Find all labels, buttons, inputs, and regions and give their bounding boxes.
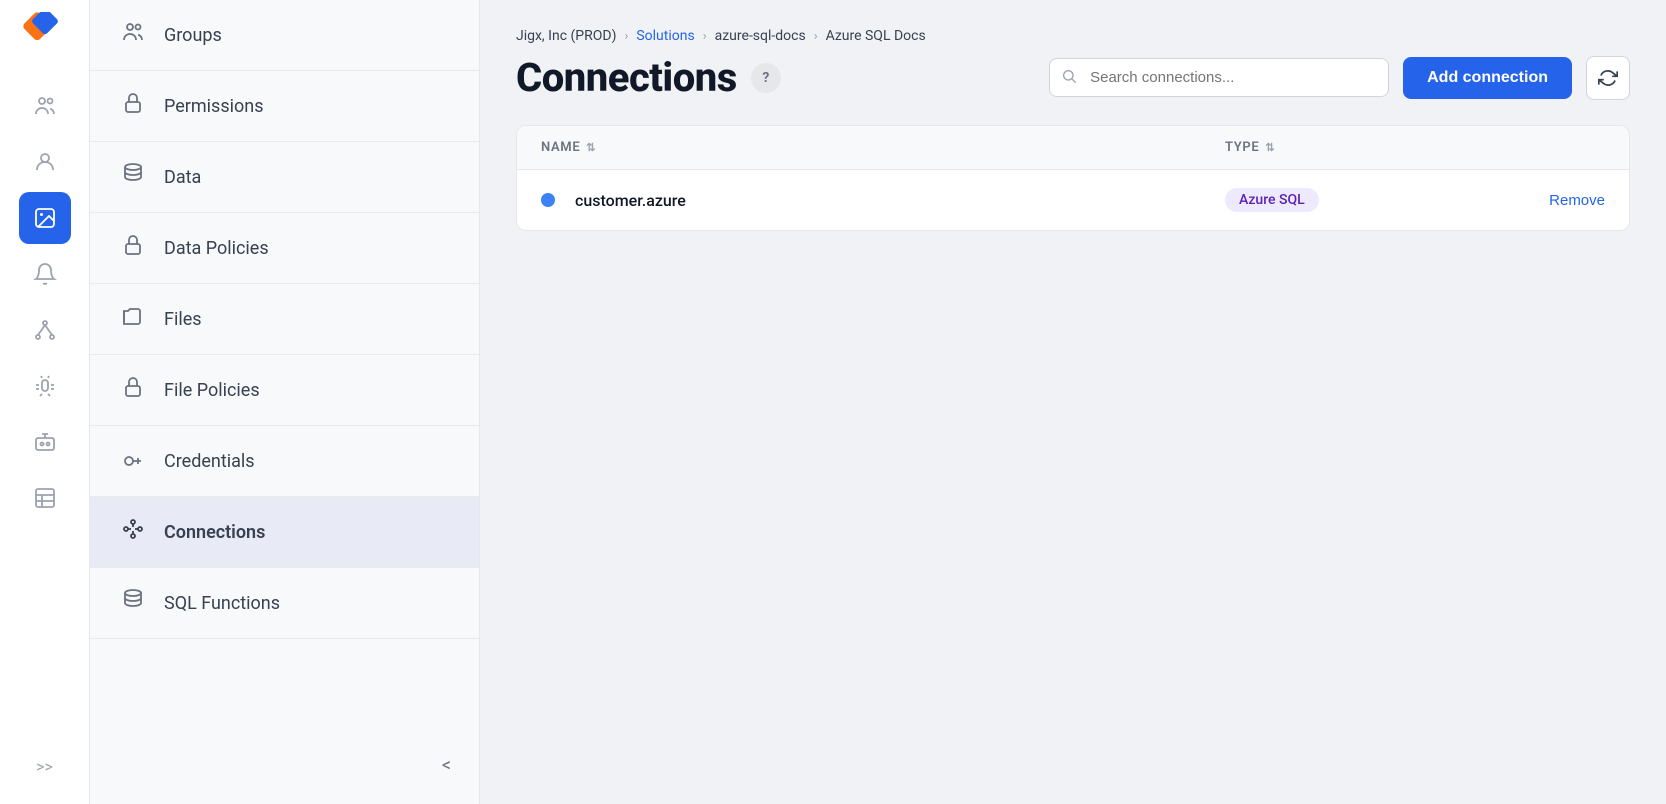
connection-actions-cell: Remove <box>1485 192 1605 209</box>
data-policies-icon <box>118 233 148 263</box>
sidebar-data-policies-label: Data Policies <box>164 238 269 259</box>
search-icon <box>1061 68 1077 88</box>
breadcrumb-azure-sql-docs-label: Azure SQL Docs <box>826 28 926 44</box>
table-header: NAME ⇅ TYPE ⇅ <box>517 126 1629 170</box>
breadcrumb-solutions[interactable]: Solutions <box>636 28 694 44</box>
col-type-header[interactable]: TYPE ⇅ <box>1225 140 1485 155</box>
sidebar-item-file-policies[interactable]: File Policies <box>90 355 479 426</box>
sidebar: Groups Permissions Data Data Policies <box>90 0 480 804</box>
bug-icon[interactable] <box>19 360 71 412</box>
connection-type-cell: Azure SQL <box>1225 188 1485 212</box>
sidebar-credentials-label: Credentials <box>164 451 255 472</box>
sidebar-data-label: Data <box>164 167 201 188</box>
name-sort-icon: ⇅ <box>586 141 596 154</box>
permissions-icon <box>118 91 148 121</box>
page-title: Connections <box>516 54 737 101</box>
sidebar-item-connections[interactable]: Connections <box>90 497 479 568</box>
sidebar-item-data-policies[interactable]: Data Policies <box>90 213 479 284</box>
add-connection-button[interactable]: Add connection <box>1403 57 1572 99</box>
col-name-header[interactable]: NAME ⇅ <box>541 140 1225 155</box>
breadcrumb-sep-3: › <box>814 29 818 44</box>
table-row: customer.azure Azure SQL Remove <box>517 170 1629 230</box>
refresh-button[interactable] <box>1586 56 1630 100</box>
sidebar-sql-functions-label: SQL Functions <box>164 593 280 614</box>
users-icon[interactable] <box>19 80 71 132</box>
expand-icon[interactable]: >> <box>19 740 71 792</box>
breadcrumb-root: Jigx, Inc (PROD) <box>516 28 616 44</box>
files-icon <box>118 304 148 334</box>
main-content: Jigx, Inc (PROD) › Solutions › azure-sql… <box>480 0 1666 804</box>
groups-icon <box>118 20 148 50</box>
robot-icon[interactable] <box>19 416 71 468</box>
sidebar-groups-label: Groups <box>164 25 222 46</box>
app-logo[interactable] <box>23 12 67 60</box>
connection-name: customer.azure <box>575 191 686 210</box>
sidebar-item-permissions[interactable]: Permissions <box>90 71 479 142</box>
breadcrumb-sep-2: › <box>703 29 707 44</box>
sidebar-item-groups[interactable]: Groups <box>90 0 479 71</box>
connection-name-cell: customer.azure <box>541 191 1225 210</box>
help-icon[interactable]: ? <box>751 63 781 93</box>
credentials-icon <box>118 446 148 476</box>
sidebar-files-label: Files <box>164 309 202 330</box>
sidebar-item-sql-functions[interactable]: SQL Functions <box>90 568 479 639</box>
bell-icon[interactable] <box>19 248 71 300</box>
type-badge: Azure SQL <box>1225 188 1319 212</box>
connections-icon <box>118 517 148 547</box>
data-icon <box>118 162 148 192</box>
table-icon[interactable] <box>19 472 71 524</box>
breadcrumb-azure-sql-docs: azure-sql-docs <box>715 28 806 44</box>
sidebar-permissions-label: Permissions <box>164 96 264 117</box>
remove-button[interactable]: Remove <box>1549 192 1605 209</box>
icon-bar: >> <box>0 0 90 804</box>
search-box <box>1049 58 1389 97</box>
image-icon[interactable] <box>19 192 71 244</box>
hierarchy-icon[interactable] <box>19 304 71 356</box>
sql-functions-icon <box>118 588 148 618</box>
sidebar-item-files[interactable]: Files <box>90 284 479 355</box>
search-input[interactable] <box>1049 58 1389 97</box>
connections-table: NAME ⇅ TYPE ⇅ customer.azure Azure SQL R… <box>516 125 1630 231</box>
connection-status-indicator <box>541 193 555 207</box>
file-policies-icon <box>118 375 148 405</box>
sidebar-file-policies-label: File Policies <box>164 380 260 401</box>
person-icon[interactable] <box>19 136 71 188</box>
sidebar-item-data[interactable]: Data <box>90 142 479 213</box>
sidebar-collapse-button[interactable]: < <box>434 747 459 784</box>
type-sort-icon: ⇅ <box>1265 141 1275 154</box>
header-row: Connections ? Add connection <box>516 54 1630 101</box>
sidebar-connections-label: Connections <box>164 522 265 543</box>
breadcrumb-sep-1: › <box>624 29 628 44</box>
breadcrumb: Jigx, Inc (PROD) › Solutions › azure-sql… <box>516 28 1630 44</box>
sidebar-item-credentials[interactable]: Credentials <box>90 426 479 497</box>
